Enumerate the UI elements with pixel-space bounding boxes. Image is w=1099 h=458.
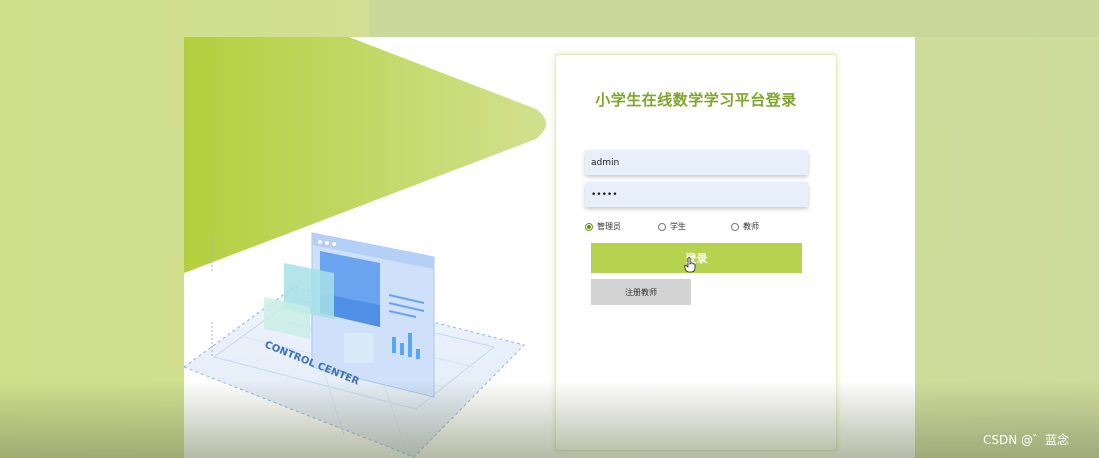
login-page: CONTROL CENTER 小学生在线数学学习平台登录 管理员 学生 教师 登… — [184, 37, 915, 458]
radio-unchecked-icon[interactable] — [731, 222, 739, 231]
role-label-admin: 管理员 — [597, 222, 621, 231]
role-radio-group: 管理员 学生 教师 — [585, 221, 815, 235]
radio-checked-icon[interactable] — [585, 222, 593, 231]
radio-unchecked-icon[interactable] — [658, 222, 666, 231]
password-input[interactable] — [585, 182, 808, 207]
background-band — [370, 0, 1099, 37]
register-teacher-button[interactable]: 注册教师 — [591, 279, 691, 305]
login-card: 小学生在线数学学习平台登录 管理员 学生 教师 登录 注册教师 — [555, 54, 837, 451]
role-label-student: 学生 — [670, 222, 686, 231]
login-title: 小学生在线数学学习平台登录 — [595, 91, 797, 109]
role-option-admin[interactable]: 管理员 — [585, 221, 621, 232]
role-option-student[interactable]: 学生 — [658, 221, 686, 232]
role-option-teacher[interactable]: 教师 — [731, 221, 759, 232]
control-center-illustration: CONTROL CENTER — [184, 232, 525, 458]
green-triangle-shape — [184, 37, 546, 273]
username-input[interactable] — [585, 150, 808, 175]
hand-cursor-icon — [684, 257, 696, 273]
watermark-text: CSDN @゛蓝念 — [982, 433, 1069, 447]
login-button[interactable]: 登录 — [591, 243, 802, 273]
role-label-teacher: 教师 — [743, 222, 759, 231]
